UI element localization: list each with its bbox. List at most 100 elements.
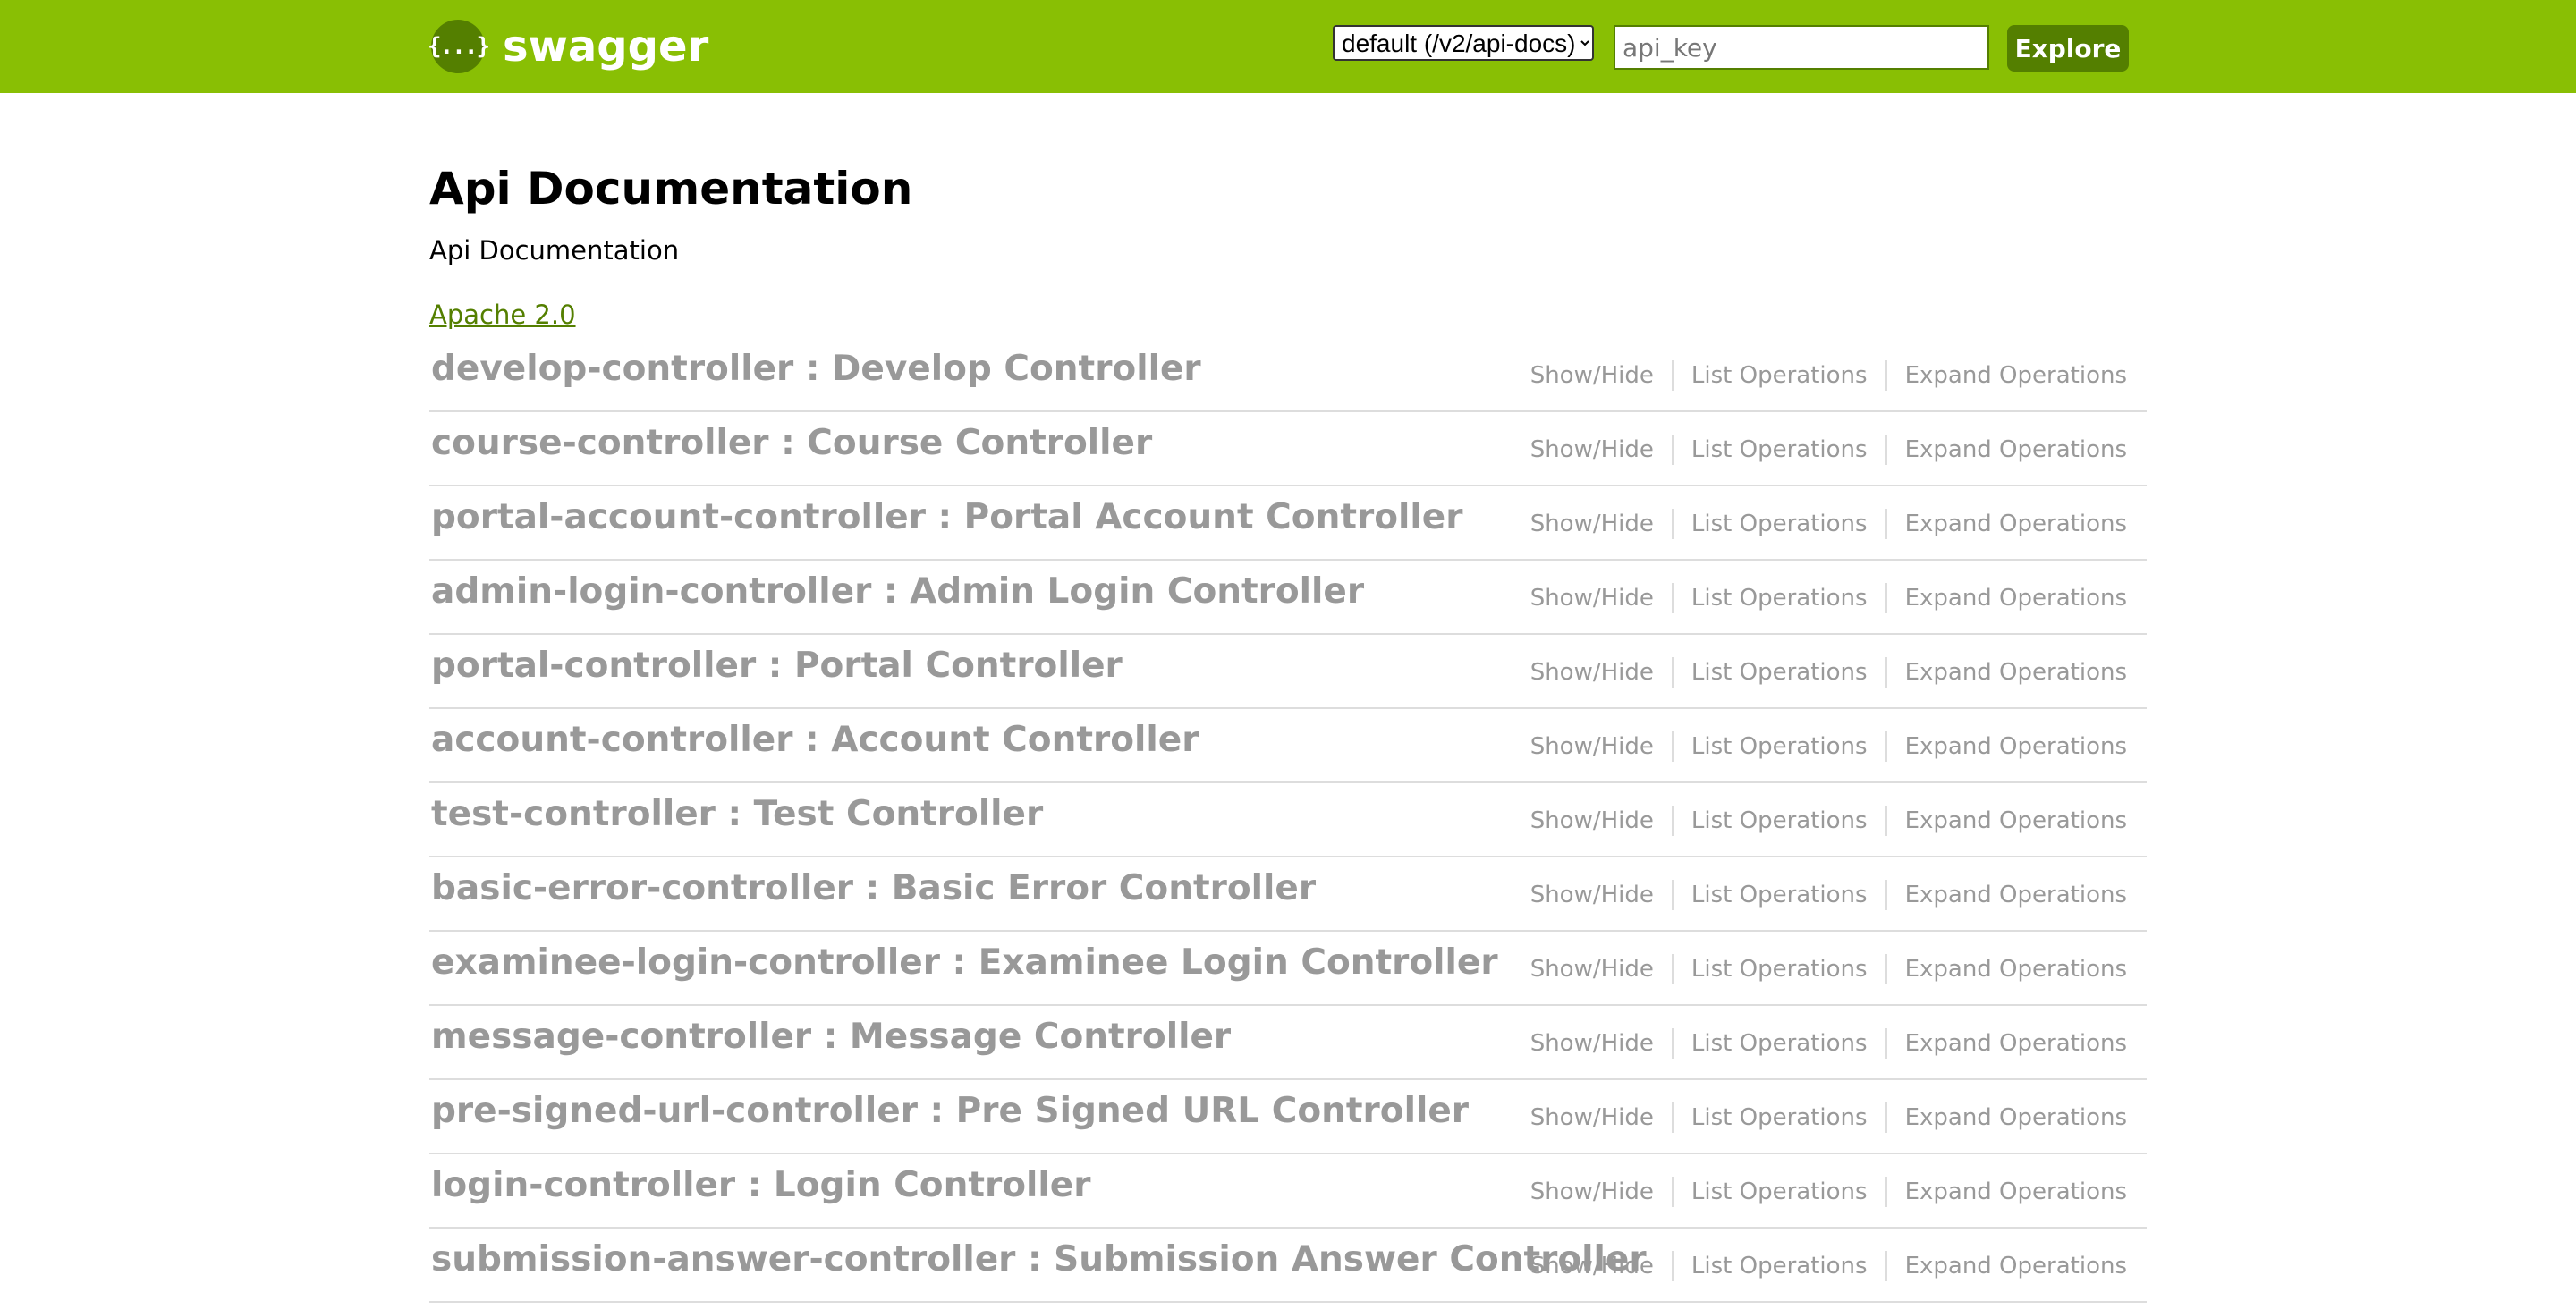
expand-operations-link[interactable]: Expand Operations — [1905, 359, 2127, 392]
resource-operations: Show/Hide List Operations Expand Operation… — [1530, 953, 2127, 985]
expand-operations-link[interactable]: Expand Operations — [1905, 508, 2127, 540]
logo-text: swagger — [503, 21, 709, 72]
divider — [1885, 1028, 1887, 1059]
expand-operations-link[interactable]: Expand Operations — [1905, 1176, 2127, 1208]
resource-operations: Show/Hide List Operations Expand Operation… — [1530, 434, 2127, 466]
divider — [1671, 1028, 1674, 1059]
resource-row: basic-error-controller : Basic Error Con… — [429, 857, 2147, 932]
show-hide-link[interactable]: Show/Hide — [1530, 1027, 1654, 1060]
resource-name-link[interactable]: course-controller : Course Controller — [431, 421, 1152, 466]
list-operations-link[interactable]: List Operations — [1691, 1102, 1868, 1134]
resource-row: portal-controller : Portal Controller Sho… — [429, 635, 2147, 709]
swagger-icon: {...} — [428, 20, 490, 73]
divider — [1671, 435, 1674, 465]
license-link[interactable]: Apache 2.0 — [429, 297, 576, 333]
list-operations-link[interactable]: List Operations — [1691, 731, 1868, 763]
divider — [1885, 583, 1887, 613]
expand-operations-link[interactable]: Expand Operations — [1905, 1102, 2127, 1134]
resource-name-link[interactable]: admin-login-controller : Admin Login Con… — [431, 570, 1364, 614]
show-hide-link[interactable]: Show/Hide — [1530, 1176, 1654, 1208]
list-operations-link[interactable]: List Operations — [1691, 582, 1868, 614]
divider — [1885, 435, 1887, 465]
divider — [1671, 954, 1674, 984]
list-operations-link[interactable]: List Operations — [1691, 1250, 1868, 1282]
expand-operations-link[interactable]: Expand Operations — [1905, 879, 2127, 911]
divider — [1671, 583, 1674, 613]
resource-row: develop-controller : Develop Controller S… — [429, 338, 2147, 412]
resource-name-link[interactable]: login-controller : Login Controller — [431, 1163, 1090, 1208]
expand-operations-link[interactable]: Expand Operations — [1905, 953, 2127, 985]
list-operations-link[interactable]: List Operations — [1691, 953, 1868, 985]
resource-name-link[interactable]: examinee-login-controller : Examinee Log… — [431, 941, 1498, 985]
list-operations-link[interactable]: List Operations — [1691, 359, 1868, 392]
expand-operations-link[interactable]: Expand Operations — [1905, 731, 2127, 763]
resource-row: course-controller : Course Controller Sho… — [429, 412, 2147, 486]
resource-row: message-controller : Message Controller S… — [429, 1006, 2147, 1080]
show-hide-link[interactable]: Show/Hide — [1530, 434, 1654, 466]
resource-name-link[interactable]: portal-controller : Portal Controller — [431, 644, 1123, 688]
divider — [1671, 880, 1674, 910]
list-operations-link[interactable]: List Operations — [1691, 656, 1868, 688]
spec-select[interactable]: default (/v2/api-docs) — [1333, 25, 1594, 61]
show-hide-link[interactable]: Show/Hide — [1530, 508, 1654, 540]
resource-list: develop-controller : Develop Controller S… — [429, 338, 2147, 1303]
divider — [1885, 954, 1887, 984]
page-description: Api Documentation — [429, 235, 680, 266]
divider — [1885, 1177, 1887, 1207]
show-hide-link[interactable]: Show/Hide — [1530, 656, 1654, 688]
resource-name-link[interactable]: test-controller : Test Controller — [431, 792, 1043, 837]
expand-operations-link[interactable]: Expand Operations — [1905, 582, 2127, 614]
resource-name-link[interactable]: pre-signed-url-controller : Pre Signed U… — [431, 1089, 1469, 1134]
resource-name-link[interactable]: submission-answer-controller : Submissio… — [431, 1237, 1647, 1282]
resource-operations: Show/Hide List Operations Expand Operation… — [1530, 359, 2127, 392]
divider — [1885, 1251, 1887, 1281]
show-hide-link[interactable]: Show/Hide — [1530, 359, 1654, 392]
expand-operations-link[interactable]: Expand Operations — [1905, 656, 2127, 688]
divider — [1671, 657, 1674, 688]
resource-row: test-controller : Test Controller Show/Hi… — [429, 783, 2147, 857]
divider — [1885, 880, 1887, 910]
show-hide-link[interactable]: Show/Hide — [1530, 879, 1654, 911]
expand-operations-link[interactable]: Expand Operations — [1905, 1027, 2127, 1060]
resource-name-link[interactable]: message-controller : Message Controller — [431, 1015, 1231, 1060]
expand-operations-link[interactable]: Expand Operations — [1905, 434, 2127, 466]
divider — [1671, 509, 1674, 539]
show-hide-link[interactable]: Show/Hide — [1530, 582, 1654, 614]
list-operations-link[interactable]: List Operations — [1691, 805, 1868, 837]
resource-operations: Show/Hide List Operations Expand Operation… — [1530, 879, 2127, 911]
divider — [1671, 1177, 1674, 1207]
resource-row: login-controller : Login Controller Show/… — [429, 1154, 2147, 1229]
expand-operations-link[interactable]: Expand Operations — [1905, 1250, 2127, 1282]
show-hide-link[interactable]: Show/Hide — [1530, 1102, 1654, 1134]
list-operations-link[interactable]: List Operations — [1691, 434, 1868, 466]
api-key-input[interactable] — [1614, 25, 1989, 70]
divider — [1885, 1102, 1887, 1133]
resource-operations: Show/Hide List Operations Expand Operation… — [1530, 508, 2127, 540]
resource-name-link[interactable]: develop-controller : Develop Controller — [431, 347, 1201, 392]
list-operations-link[interactable]: List Operations — [1691, 508, 1868, 540]
resource-operations: Show/Hide List Operations Expand Operation… — [1530, 1027, 2127, 1060]
show-hide-link[interactable]: Show/Hide — [1530, 953, 1654, 985]
resource-operations: Show/Hide List Operations Expand Operation… — [1530, 582, 2127, 614]
show-hide-link[interactable]: Show/Hide — [1530, 805, 1654, 837]
divider — [1885, 360, 1887, 391]
resource-name-link[interactable]: basic-error-controller : Basic Error Con… — [431, 866, 1316, 911]
info-section: Api Documentation Api Documentation Apac… — [429, 143, 2147, 333]
resource-name-link[interactable]: account-controller : Account Controller — [431, 718, 1199, 763]
resource-operations: Show/Hide List Operations Expand Operation… — [1530, 731, 2127, 763]
divider — [1671, 806, 1674, 836]
resource-row: portal-account-controller : Portal Accou… — [429, 486, 2147, 561]
divider — [1885, 806, 1887, 836]
resource-name-link[interactable]: portal-account-controller : Portal Accou… — [431, 495, 1462, 540]
show-hide-link[interactable]: Show/Hide — [1530, 1250, 1654, 1282]
divider — [1671, 360, 1674, 391]
explore-button[interactable]: Explore — [2007, 25, 2129, 72]
resource-row: submission-answer-controller : Submissio… — [429, 1229, 2147, 1303]
list-operations-link[interactable]: List Operations — [1691, 1176, 1868, 1208]
list-operations-link[interactable]: List Operations — [1691, 879, 1868, 911]
divider — [1885, 731, 1887, 762]
list-operations-link[interactable]: List Operations — [1691, 1027, 1868, 1060]
show-hide-link[interactable]: Show/Hide — [1530, 731, 1654, 763]
swagger-logo[interactable]: {...} swagger — [428, 20, 709, 73]
expand-operations-link[interactable]: Expand Operations — [1905, 805, 2127, 837]
